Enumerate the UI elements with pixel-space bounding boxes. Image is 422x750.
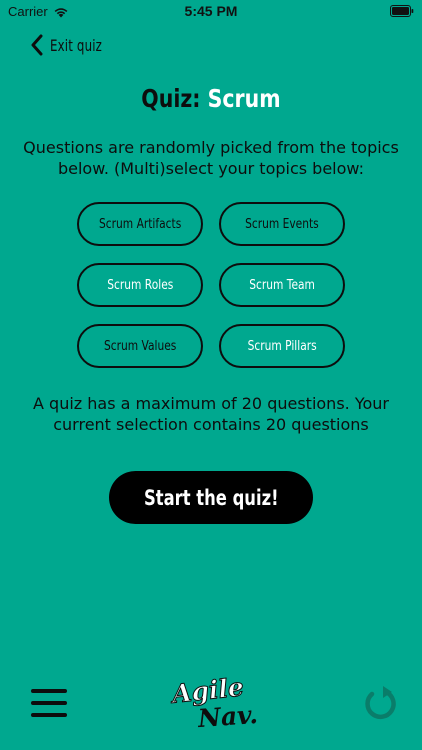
topic-chip-scrum-team[interactable]: Scrum Team bbox=[219, 263, 345, 307]
title-prefix: Quiz: bbox=[141, 84, 201, 113]
topic-chip-scrum-values[interactable]: Scrum Values bbox=[77, 324, 203, 368]
agile-nav-logo: Agile Nav. bbox=[168, 672, 259, 734]
topic-chip-label: Scrum Events bbox=[245, 216, 319, 232]
refresh-icon[interactable] bbox=[362, 684, 398, 722]
selection-summary: A quiz has a maximum of 20 questions. Yo… bbox=[33, 394, 389, 434]
page-title: Quiz: Scrum bbox=[0, 84, 422, 113]
status-time: 5:45 PM bbox=[184, 3, 238, 19]
start-quiz-button[interactable]: Start the quiz! bbox=[109, 471, 313, 524]
start-quiz-label: Start the quiz! bbox=[143, 485, 279, 510]
topic-chip-label: Scrum Team bbox=[249, 277, 315, 293]
chevron-left-icon bbox=[31, 34, 43, 56]
topic-chip-label: Scrum Artifacts bbox=[98, 216, 182, 232]
topic-chip-label: Scrum Pillars bbox=[247, 338, 317, 354]
topic-chip-scrum-roles[interactable]: Scrum Roles bbox=[77, 263, 203, 307]
title-topic: Scrum bbox=[207, 84, 281, 113]
hamburger-menu-icon[interactable] bbox=[30, 686, 68, 720]
logo-line2: Nav. bbox=[197, 699, 259, 734]
exit-quiz-label: Exit quiz bbox=[50, 35, 103, 55]
topic-chip-label: Scrum Roles bbox=[106, 277, 174, 293]
exit-quiz-button[interactable]: Exit quiz bbox=[30, 34, 113, 56]
topic-chip-scrum-pillars[interactable]: Scrum Pillars bbox=[219, 324, 345, 368]
topic-chip-scrum-artifacts[interactable]: Scrum Artifacts bbox=[77, 202, 203, 246]
instructions-text: Questions are randomly picked from the t… bbox=[23, 138, 399, 178]
battery-icon bbox=[390, 5, 414, 17]
status-bar: Carrier 5:45 PM bbox=[0, 0, 422, 24]
topic-chip-label: Scrum Values bbox=[103, 338, 177, 354]
topic-chip-scrum-events[interactable]: Scrum Events bbox=[219, 202, 345, 246]
